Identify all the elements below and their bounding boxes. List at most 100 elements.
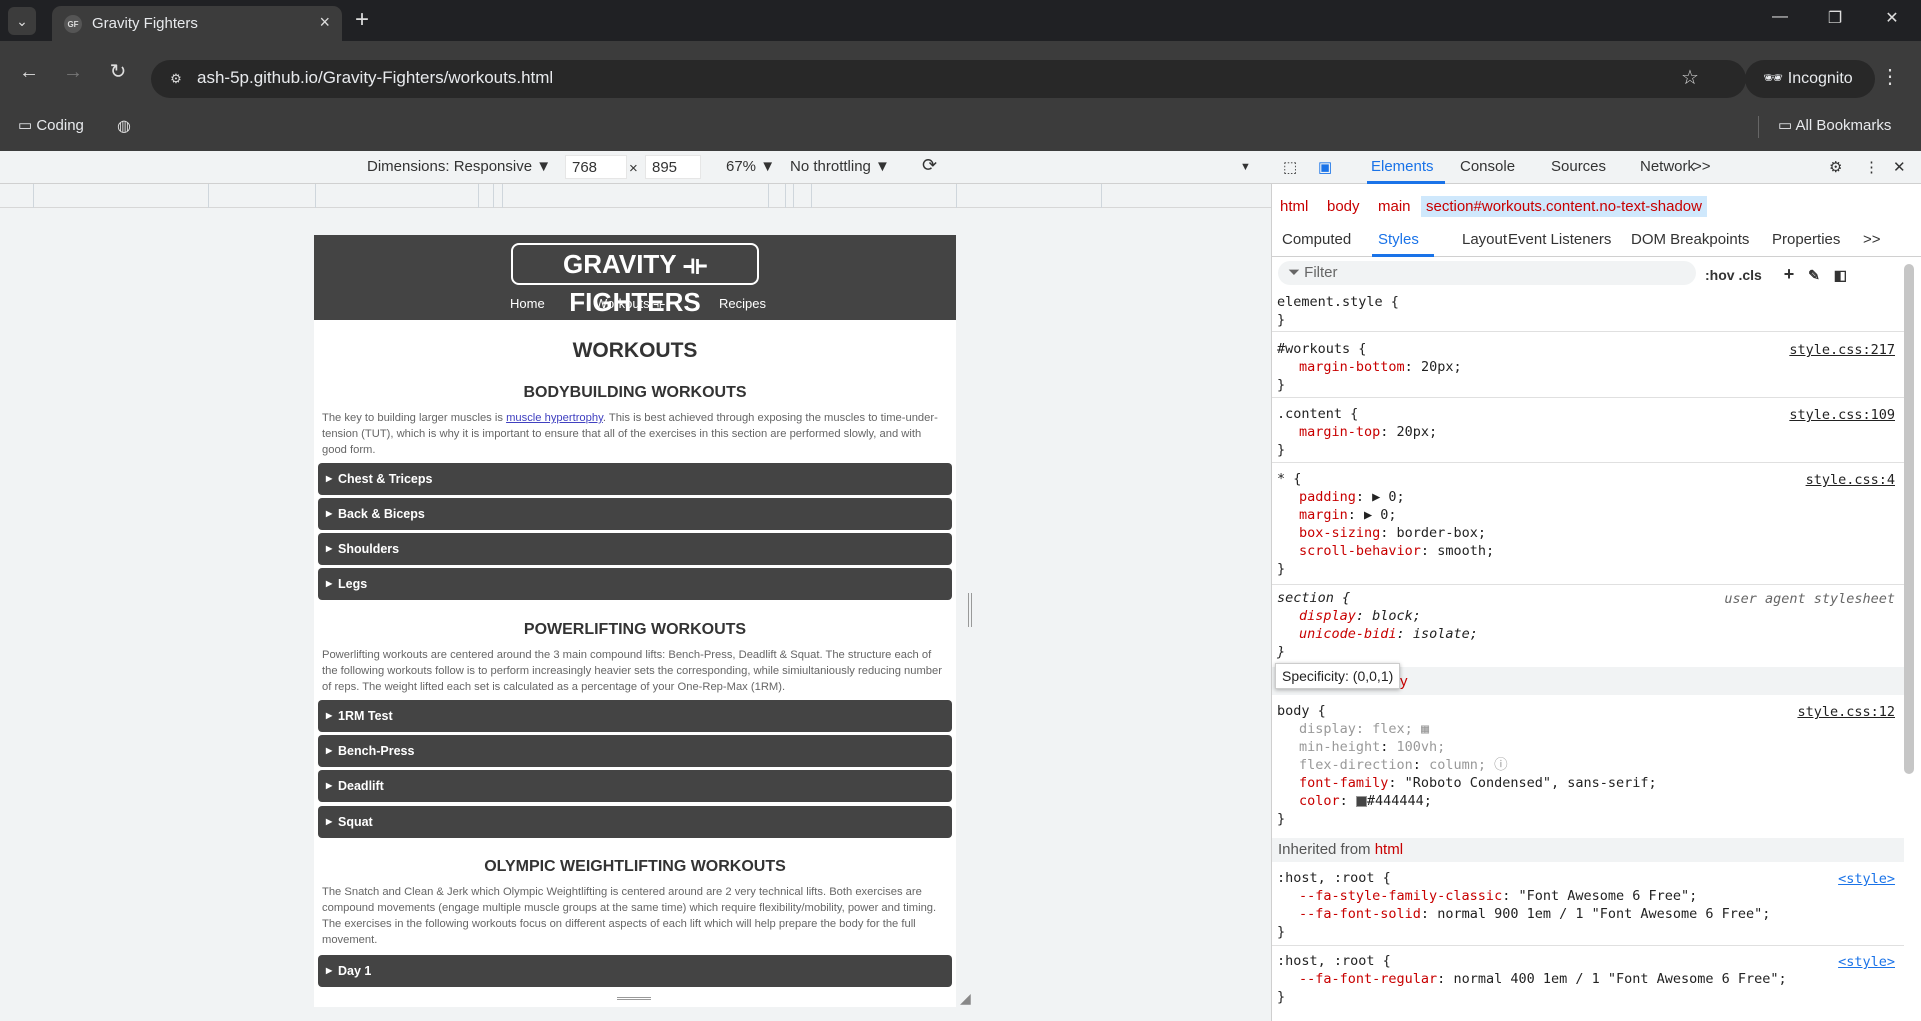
globe-icon[interactable]: ◍ [117,116,131,136]
property-name[interactable]: margin-top [1299,424,1380,440]
property-name[interactable]: color [1299,793,1340,809]
rule-selector[interactable]: .content { [1277,405,1437,423]
restore-icon[interactable]: ❐ [1815,8,1855,32]
resize-handle-right[interactable] [968,593,972,627]
property-value[interactable]: ▶ 0; [1364,507,1397,523]
minimize-icon[interactable]: — [1760,8,1800,32]
resize-corner-icon[interactable]: ◢ [960,990,971,1007]
subtab-styles[interactable]: Styles [1378,231,1419,248]
site-logo[interactable]: GRAVITY ⟛ FIGHTERS [511,243,759,317]
source-link[interactable]: style.css:4 [1806,472,1895,488]
accordion-item[interactable]: 1RM Test [318,700,952,732]
new-rule-plus-icon[interactable]: + [1784,264,1795,284]
property-name[interactable]: flex-direction [1299,757,1413,773]
toggle-sidebar-icon[interactable]: ◧ [1834,267,1847,283]
accordion-item[interactable]: Shoulders [318,533,952,565]
throttling-dropdown[interactable]: No throttling ▼ [790,158,890,175]
more-tabs-icon[interactable]: >> [1693,158,1711,175]
property-value[interactable]: 20px; [1421,359,1462,375]
property-name[interactable]: --fa-font-regular [1299,971,1437,987]
subtab-computed[interactable]: Computed [1282,231,1351,248]
property-value[interactable]: 20px; [1397,424,1438,440]
reload-icon[interactable]: ↻ [102,57,134,89]
url-text[interactable]: ash-5p.github.io/Gravity-Fighters/workou… [197,68,553,88]
property-name[interactable]: display [1299,721,1356,737]
forward-arrow-icon[interactable]: → [57,57,89,89]
breadcrumb-body[interactable]: body [1327,198,1360,215]
subtab-dom-breakpoints[interactable]: DOM Breakpoints [1631,231,1749,248]
settings-gear-icon[interactable]: ⚙ [1829,158,1842,176]
zoom-dropdown[interactable]: 67% ▼ [726,158,775,175]
property-value[interactable]: smooth; [1437,543,1494,559]
accordion-item[interactable]: Back & Biceps [318,498,952,530]
styles-filter-input[interactable]: ⏷ Filter [1278,261,1696,285]
property-value[interactable]: normal 400 1em / 1 "Font Awesome 6 Free"… [1453,971,1786,987]
dimensions-dropdown[interactable]: Dimensions: Responsive ▼ [367,158,551,175]
accordion-item[interactable]: Day 1 [318,955,952,987]
property-name[interactable]: display [1299,608,1356,624]
source-link[interactable]: <style> [1838,954,1895,970]
property-name[interactable]: box-sizing [1299,525,1380,541]
property-name[interactable]: --fa-font-solid [1299,906,1421,922]
property-name[interactable]: margin [1299,507,1348,523]
property-value[interactable]: column; [1429,757,1486,773]
property-name[interactable]: --fa-style-family-classic [1299,888,1502,904]
source-link[interactable]: style.css:109 [1789,407,1895,423]
accordion-item[interactable]: Legs [318,568,952,600]
source-link[interactable]: style.css:217 [1789,342,1895,358]
close-devtools-icon[interactable]: ✕ [1893,158,1906,176]
rule-selector[interactable]: section { [1277,589,1478,607]
browser-menu-icon[interactable]: ⋮ [1880,64,1900,89]
muscle-hypertrophy-link[interactable]: muscle hypertrophy [506,412,603,424]
breadcrumb-html[interactable]: html [1280,198,1308,215]
source-link[interactable]: style.css:12 [1797,704,1895,720]
accordion-item[interactable]: Chest & Triceps [318,463,952,495]
property-value[interactable]: normal 900 1em / 1 "Font Awesome 6 Free"… [1437,906,1770,922]
tab-network[interactable]: Network [1640,158,1695,175]
property-value[interactable]: isolate; [1413,626,1478,642]
property-value[interactable]: #444444; [1367,793,1432,809]
inspect-element-icon[interactable]: ⬚ [1283,158,1297,176]
accordion-item[interactable]: Bench-Press [318,735,952,767]
bookmark-folder-coding[interactable]: ▭ Coding [18,116,84,134]
tab-elements[interactable]: Elements [1371,158,1434,175]
incognito-indicator[interactable]: 🕶 Incognito [1745,60,1875,98]
property-name[interactable]: min-height [1299,739,1380,755]
property-name[interactable]: scroll-behavior [1299,543,1421,559]
styles-scrollbar[interactable] [1904,264,1914,774]
property-value[interactable]: 100vh; [1397,739,1446,755]
rule-selector[interactable]: #workouts { [1277,340,1462,358]
browser-tab[interactable]: GF Gravity Fighters × [52,6,342,41]
tab-sources[interactable]: Sources [1551,158,1606,175]
paint-icon[interactable]: ✎ [1808,267,1820,283]
close-window-icon[interactable]: ✕ [1872,8,1912,32]
subtab-event-listeners[interactable]: Event Listeners [1508,231,1611,248]
rule-selector[interactable]: element.style { [1277,293,1399,311]
rule-selector[interactable]: :host, :root { [1277,952,1787,970]
source-link[interactable]: <style> [1838,871,1895,887]
inherited-element-link[interactable]: html [1375,841,1403,858]
rule-selector[interactable]: :host, :root { [1277,869,1770,887]
device-options-icon[interactable]: ▼ [1240,161,1251,173]
site-info-icon[interactable]: ⚙ [163,66,189,92]
tab-console[interactable]: Console [1460,158,1515,175]
close-tab-icon[interactable]: × [319,12,330,33]
nav-home-link[interactable]: Home [510,296,545,311]
info-icon[interactable]: ⓘ [1494,757,1508,773]
flex-editor-icon[interactable]: ▦ [1421,721,1429,737]
property-name[interactable]: unicode-bidi [1299,626,1397,642]
property-value[interactable]: block; [1372,608,1421,624]
more-subtabs-icon[interactable]: >> [1863,231,1881,248]
viewport-height-input[interactable]: 895 [645,155,701,179]
breadcrumb-section[interactable]: section#workouts.content.no-text-shadow [1421,196,1707,217]
resize-handle-bottom[interactable] [617,997,651,1000]
new-tab-plus-icon[interactable]: + [355,8,369,32]
all-bookmarks-button[interactable]: ▭ All Bookmarks [1778,116,1891,134]
nav-workouts-link[interactable]: Workouts ⟛ [595,296,665,312]
property-value[interactable]: "Font Awesome 6 Free"; [1518,888,1697,904]
property-value[interactable]: "Roboto Condensed", sans-serif; [1405,775,1657,791]
subtab-properties[interactable]: Properties [1772,231,1840,248]
color-swatch[interactable] [1355,795,1367,807]
property-name[interactable]: padding [1299,489,1356,505]
rotate-icon[interactable]: ⟳ [922,155,937,176]
